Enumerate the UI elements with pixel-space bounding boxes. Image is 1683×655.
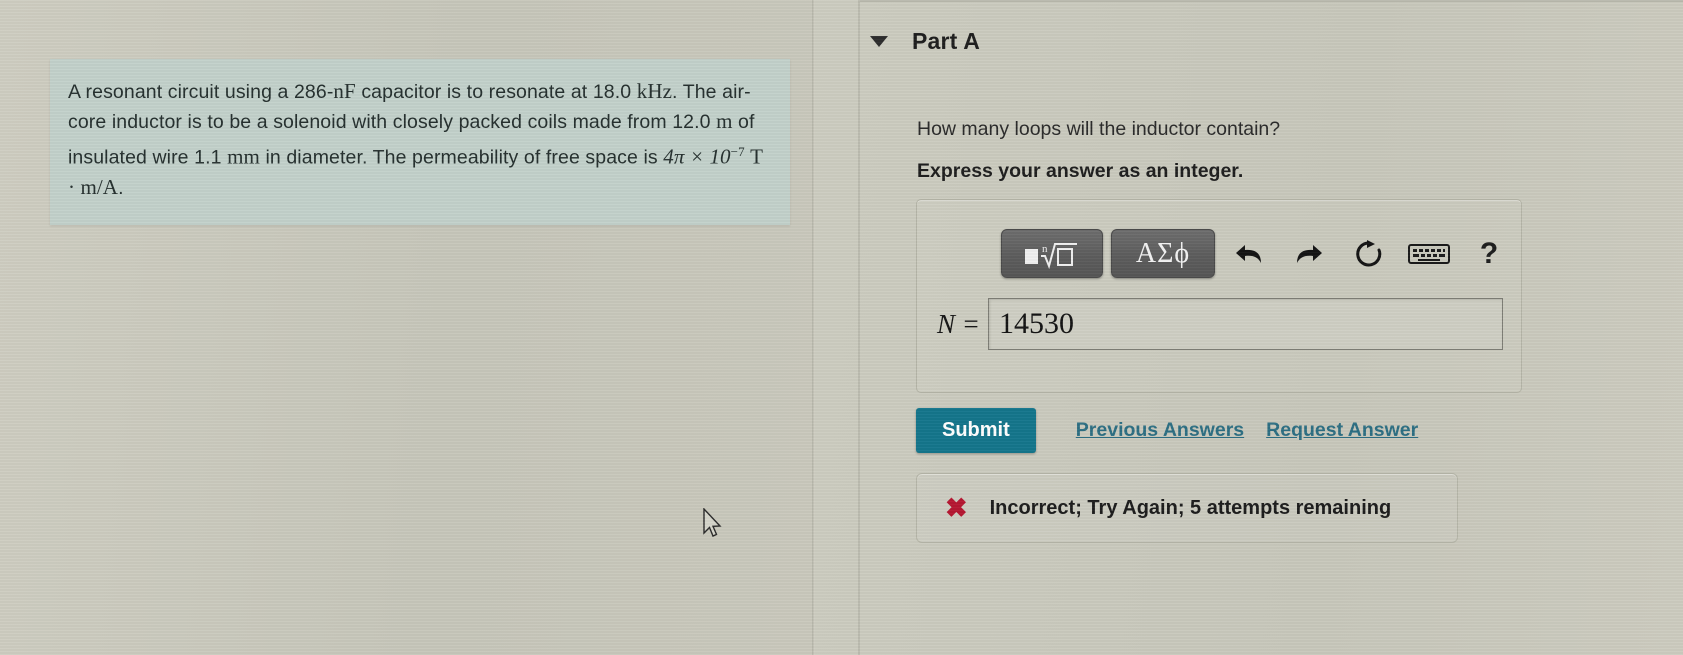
keyboard-button[interactable] <box>1403 230 1455 277</box>
undo-arrow-icon <box>1236 244 1261 263</box>
reset-button[interactable] <box>1343 230 1395 277</box>
math-toolbar: n ΑΣϕ ? <box>1001 229 1515 278</box>
reset-circular-arrow-icon <box>1356 239 1382 266</box>
answer-format-instruction: Express your answer as an integer. <box>917 160 1244 182</box>
undo-button[interactable] <box>1223 230 1275 277</box>
part-header[interactable]: Part A <box>870 28 980 55</box>
unit-kilohertz: kHz <box>636 79 673 103</box>
screen-background: A resonant circuit using a 286-nF capaci… <box>0 0 1683 655</box>
submit-button[interactable]: Submit <box>916 408 1036 453</box>
permeability-exponent: −7 <box>730 144 745 159</box>
triangle-down-icon[interactable] <box>870 36 888 47</box>
permeability-coefficient: 4π × 10 <box>663 144 731 169</box>
unit-millimeter: mm <box>227 144 260 169</box>
answer-input[interactable] <box>987 298 1503 350</box>
answer-input-row: N = <box>937 298 1503 350</box>
redo-button[interactable] <box>1283 230 1335 277</box>
unit-meter: m <box>716 109 733 133</box>
problem-statement-card: A resonant circuit using a 286-nF capaci… <box>50 59 790 225</box>
math-template-icon: n <box>1025 242 1077 269</box>
mouse-pointer-icon <box>703 508 722 537</box>
problem-statement-text: A resonant circuit using a 286-nF capaci… <box>50 77 790 203</box>
answer-entry-panel: n ΑΣϕ ? N = 14530 <box>916 199 1522 393</box>
question-prompt: How many loops will the inductor contain… <box>917 118 1281 140</box>
keyboard-icon <box>1408 243 1450 264</box>
svg-text:n: n <box>1042 243 1048 255</box>
feedback-message: Incorrect; Try Again; 5 attempts remaini… <box>989 496 1392 519</box>
red-x-icon: ✖ <box>945 492 968 523</box>
request-answer-link[interactable]: Request Answer <box>1266 419 1418 442</box>
problem-text-part-2: capacitor is to resonate at 18.0 <box>355 81 637 103</box>
answer-variable-label: N = <box>937 308 980 339</box>
pane-top-rule <box>860 0 1683 2</box>
problem-pane: A resonant circuit using a 286-nF capaci… <box>0 0 812 655</box>
unit-nanofarad: nF <box>333 79 356 103</box>
problem-text-part-5: in diameter. The permeability of free sp… <box>259 146 664 169</box>
previous-answers-link[interactable]: Previous Answers <box>1076 419 1244 442</box>
problem-text-part-1: A resonant circuit using a 286- <box>68 81 334 103</box>
submit-row: Submit Previous Answers Request Answer <box>916 408 1418 453</box>
pane-left-edge <box>858 0 860 655</box>
redo-arrow-icon <box>1297 244 1322 263</box>
feedback-box: ✖ Incorrect; Try Again; 5 attempts remai… <box>916 473 1458 543</box>
help-button[interactable]: ? <box>1463 230 1515 277</box>
greek-symbols-button[interactable]: ΑΣϕ <box>1111 229 1215 278</box>
math-template-button[interactable]: n <box>1001 229 1103 278</box>
answer-pane: Part A How many loops will the inductor … <box>815 0 1683 655</box>
problem-text-part-6: . <box>118 176 124 199</box>
part-title: Part A <box>912 28 981 54</box>
